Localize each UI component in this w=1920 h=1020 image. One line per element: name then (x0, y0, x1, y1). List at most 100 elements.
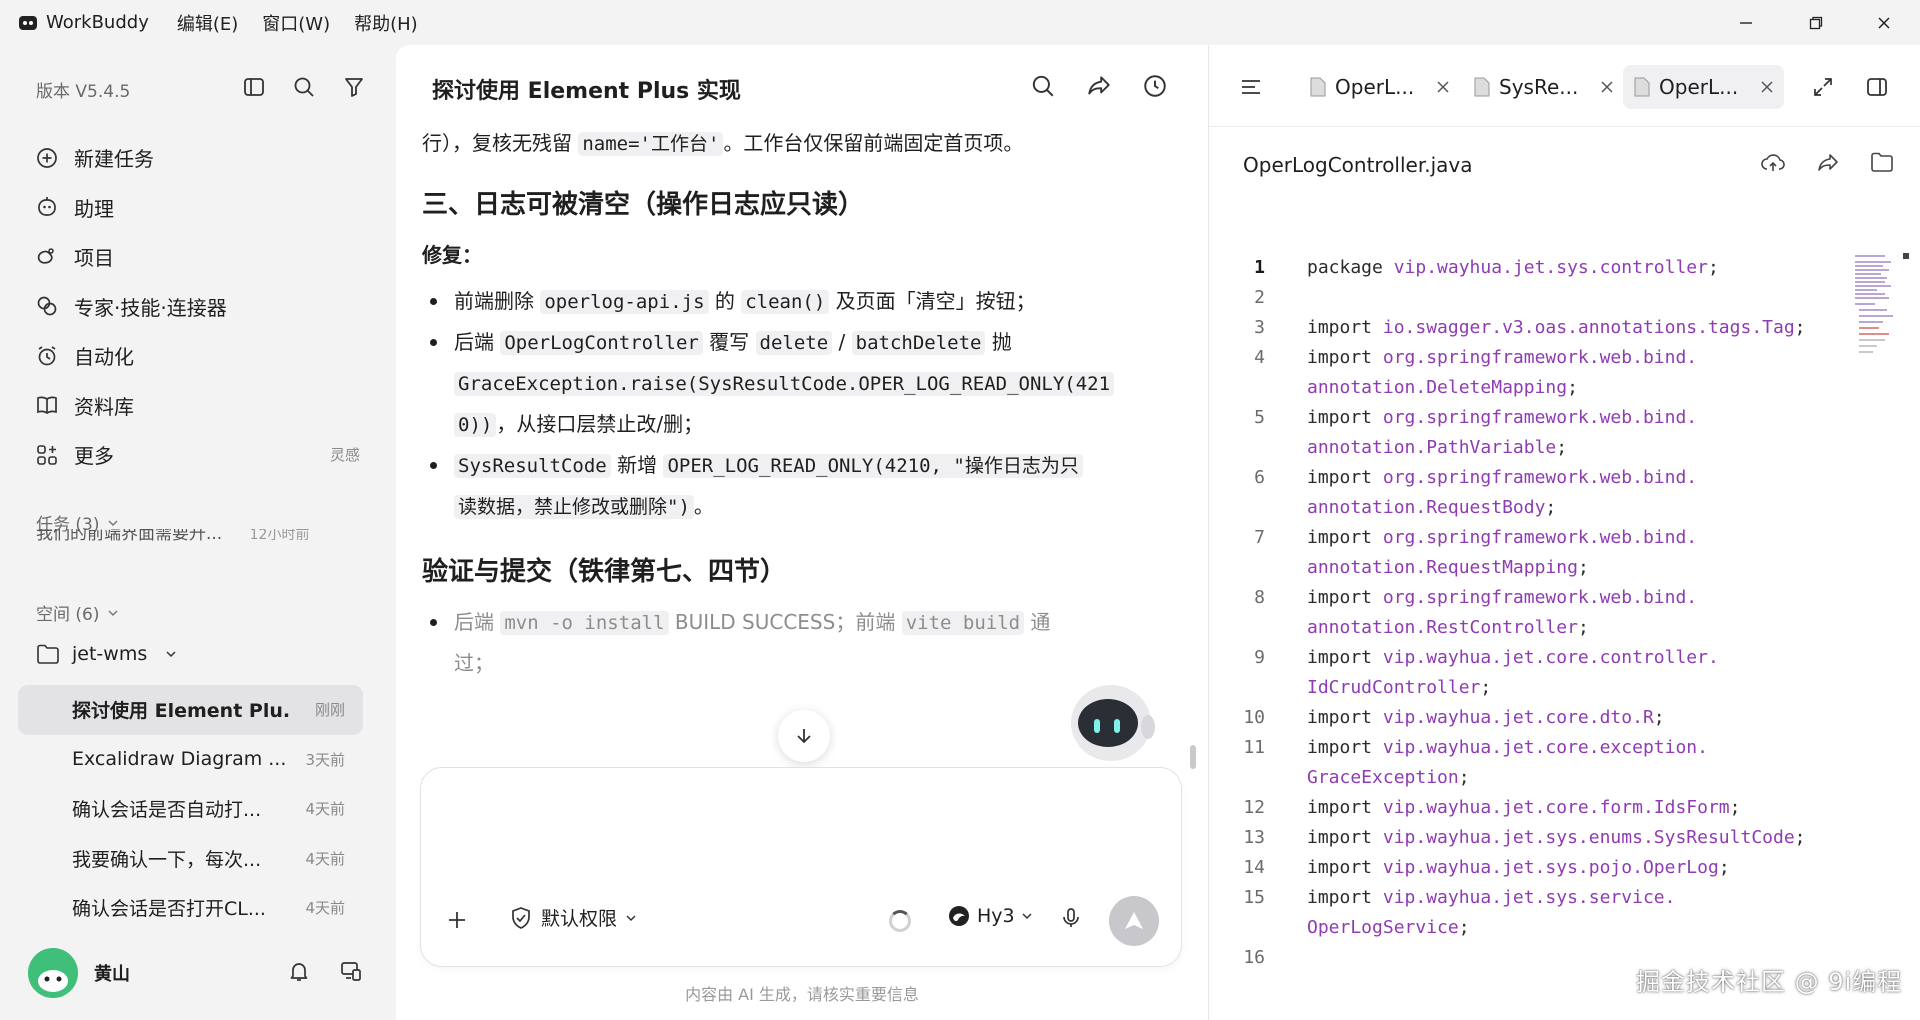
editor-tab[interactable]: OperL... (1299, 65, 1460, 109)
line-number (1209, 373, 1265, 403)
code-text: IdCrudController; (1307, 677, 1492, 698)
inspiration-hint[interactable]: 灵感 (330, 444, 360, 465)
user-row: 黄山 (28, 945, 363, 1001)
session-title: Excalidraw Diagram ... (72, 748, 287, 771)
menu-icon[interactable] (1239, 75, 1263, 99)
session-item[interactable]: 确认会话是否打开CL... 4天前 (18, 883, 363, 933)
code-text: import org.springframework.web.bind. (1307, 587, 1698, 608)
filter-icon[interactable] (342, 75, 366, 99)
share-icon[interactable] (1816, 151, 1840, 175)
close-tab-icon[interactable] (1760, 80, 1774, 94)
upload-icon[interactable] (1760, 151, 1786, 175)
device-icon[interactable] (339, 959, 363, 983)
nav-label: 专家·技能·连接器 (74, 295, 227, 320)
folder-open-icon[interactable] (1870, 151, 1894, 173)
code-line: 12 import vip.wayhua.jet.core.form.IdsFor… (1209, 793, 1839, 823)
code-text: annotation.RestController; (1307, 617, 1589, 638)
code-text: import org.springframework.web.bind. (1307, 407, 1698, 428)
session-item[interactable]: Excalidraw Diagram ... 3天前 (18, 735, 363, 785)
code-line: 7 import org.springframework.web.bind. (1209, 523, 1839, 553)
loading-spinner (889, 910, 911, 932)
scroll-to-bottom-button[interactable] (778, 710, 830, 762)
nav-new-task[interactable]: 新建任务 (34, 133, 364, 183)
model-selector[interactable]: Hy3 (947, 904, 1033, 928)
robot-icon (1071, 685, 1155, 761)
code-line: 9 import vip.wayhua.jet.core.controller. (1209, 643, 1839, 673)
menu-edit[interactable]: 编辑(E) (177, 10, 238, 36)
nav-label: 更多 (74, 444, 114, 469)
line-number: 11 (1243, 737, 1265, 758)
line-number: 1 (1254, 257, 1265, 278)
session-item-active[interactable]: 探讨使用 Element Plu... 刚刚 (18, 685, 363, 735)
minimize-button[interactable] (1716, 0, 1776, 45)
task-item-clipped[interactable]: 我们的前端界面需要升... 12小时前 (36, 529, 356, 541)
line-number (1209, 493, 1265, 523)
session-item[interactable]: 我要确认一下，每次... 4天前 (18, 834, 363, 884)
line-number: 7 (1254, 527, 1265, 548)
line-number: 10 (1243, 707, 1265, 728)
nav-automation[interactable]: 自动化 (34, 331, 364, 381)
nav-expert-skills[interactable]: 专家·技能·连接器 (34, 282, 364, 332)
panel-toggle-icon[interactable] (242, 75, 266, 99)
version-row: 版本 V5.4.5 (36, 71, 366, 107)
line-number (1209, 613, 1265, 643)
minimize-icon (1740, 21, 1752, 24)
nav-more[interactable]: 更多 灵感 (34, 430, 364, 480)
code-text: import vip.wayhua.jet.sys.pojo.OperLog; (1307, 857, 1730, 878)
file-icon (1310, 77, 1326, 97)
nav-project[interactable]: 项目 (34, 232, 364, 282)
plus-icon[interactable] (445, 908, 469, 932)
close-tab-icon[interactable] (1600, 80, 1614, 94)
code-line: 8 import org.springframework.web.bind. (1209, 583, 1839, 613)
session-item[interactable]: 确认会话是否自动打... 4天前 (18, 784, 363, 834)
nav-library[interactable]: 资料库 (34, 381, 364, 431)
code-text: import vip.wayhua.jet.core.exception. (1307, 737, 1708, 758)
nav-label: 资料库 (74, 394, 134, 419)
arrow-down-icon (797, 729, 811, 744)
code-text: import vip.wayhua.jet.sys.enums.SysResul… (1307, 827, 1806, 848)
line-number (1209, 433, 1265, 463)
history-icon[interactable] (1142, 73, 1168, 99)
code-minimap[interactable] (1853, 253, 1899, 373)
search-icon[interactable] (292, 75, 316, 99)
chat-scrollbar[interactable] (1190, 133, 1196, 773)
line-number (1209, 553, 1265, 583)
code-line: OperLogService; (1209, 913, 1839, 943)
expand-icon[interactable] (1812, 76, 1834, 98)
restore-button[interactable] (1786, 0, 1846, 45)
editor-tab[interactable]: SysRe... (1463, 65, 1624, 109)
app-name: WorkBuddy (46, 12, 149, 33)
session-title: 我要确认一下，每次... (72, 848, 262, 871)
tab-label: OperL... (1335, 75, 1415, 99)
bell-icon[interactable] (287, 959, 311, 983)
shield-check-icon (512, 906, 530, 929)
code-line: annotation.RestController; (1209, 613, 1839, 643)
folder-jet-wms[interactable]: jet-wms (36, 643, 177, 665)
nav-label: 助理 (74, 196, 114, 221)
editor-tab-active[interactable]: OperL... (1623, 65, 1785, 109)
avatar[interactable] (28, 948, 78, 998)
assistant-icon (38, 197, 56, 217)
menu-help[interactable]: 帮助(H) (354, 10, 418, 36)
message-input[interactable] (441, 784, 1161, 874)
nav-label: 自动化 (74, 345, 134, 370)
line-number: 15 (1243, 887, 1265, 908)
code-line: 3 import io.swagger.v3.oas.annotations.ta… (1209, 313, 1839, 343)
sidebar-toggle-icon[interactable] (1865, 75, 1889, 99)
nav-label: 项目 (74, 246, 114, 271)
close-tab-icon[interactable] (1436, 80, 1450, 94)
menu-window[interactable]: 窗口(W) (262, 10, 330, 36)
task-title: 我们的前端界面需要升... (36, 529, 223, 541)
nav-assistant[interactable]: 助理 (34, 183, 364, 233)
search-icon[interactable] (1030, 73, 1056, 99)
permission-dropdown[interactable]: 默认权限 (509, 904, 637, 931)
close-window-button[interactable] (1854, 0, 1914, 45)
share-icon[interactable] (1086, 73, 1112, 99)
code-editor[interactable]: 1 package vip.wayhua.jet.sys.controller; 2… (1209, 253, 1839, 973)
sidebar: 版本 V5.4.5 新建任务 助理 项目 专家·技能·连接器 自动化 资料库 更… (0, 45, 395, 1020)
code-text: import vip.wayhua.jet.core.dto.R; (1307, 707, 1665, 728)
code-text: import org.springframework.web.bind. (1307, 347, 1698, 368)
microphone-icon[interactable] (1059, 906, 1083, 930)
spaces-section-header[interactable]: 空间 (6) (36, 600, 119, 625)
send-button[interactable] (1109, 896, 1159, 946)
